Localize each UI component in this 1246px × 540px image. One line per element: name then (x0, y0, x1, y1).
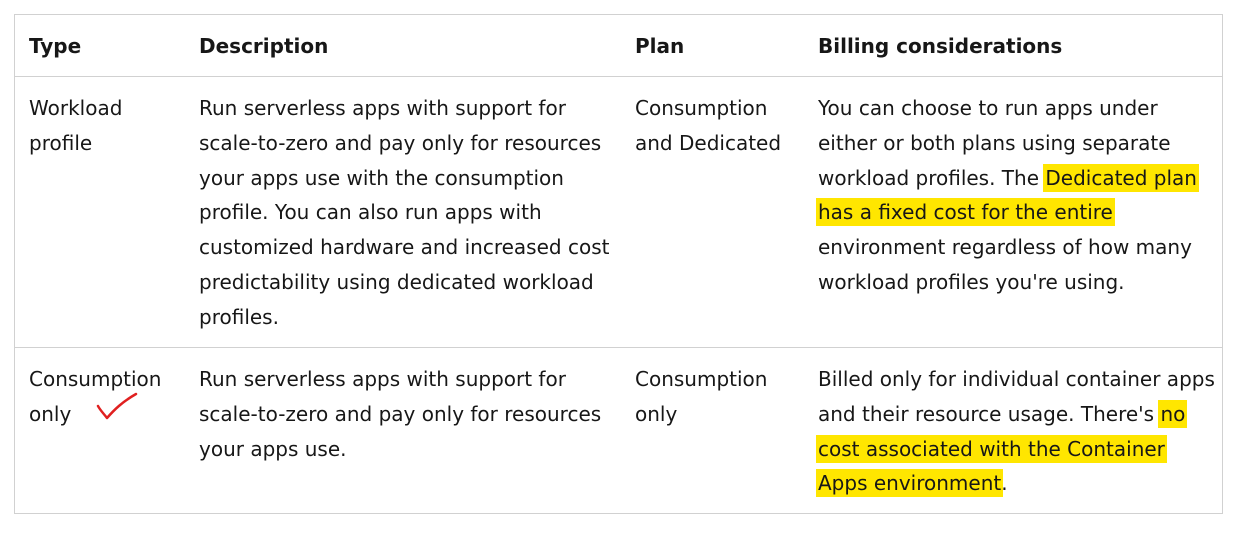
billing-text: environment regardless of how many workl… (818, 235, 1192, 294)
header-type: Type (29, 34, 82, 58)
type-cell: Workload profile (29, 96, 123, 155)
checkmark-icon (96, 392, 138, 420)
plan-cell: Consumption and Dedicated (635, 96, 782, 155)
billing-cell: You can choose to run apps under either … (816, 91, 1218, 300)
header-description: Description (199, 34, 329, 58)
billing-text: Billed only for individual container app… (818, 367, 1215, 426)
header-billing: Billing considerations (818, 34, 1063, 58)
plan-cell: Consumption only (635, 367, 768, 426)
billing-cell: Billed only for individual container app… (816, 362, 1218, 501)
table-row: Consumption only Run serverless apps wit… (15, 348, 1222, 514)
table-header-row: Type Description Plan Billing considerat… (15, 15, 1222, 77)
comparison-table: Type Description Plan Billing considerat… (14, 14, 1223, 514)
header-plan: Plan (635, 34, 685, 58)
description-cell: Run serverless apps with support for sca… (199, 367, 602, 461)
table-row: Workload profile Run serverless apps wit… (15, 77, 1222, 348)
description-cell: Run serverless apps with support for sca… (199, 96, 610, 329)
billing-text: . (1001, 471, 1008, 496)
